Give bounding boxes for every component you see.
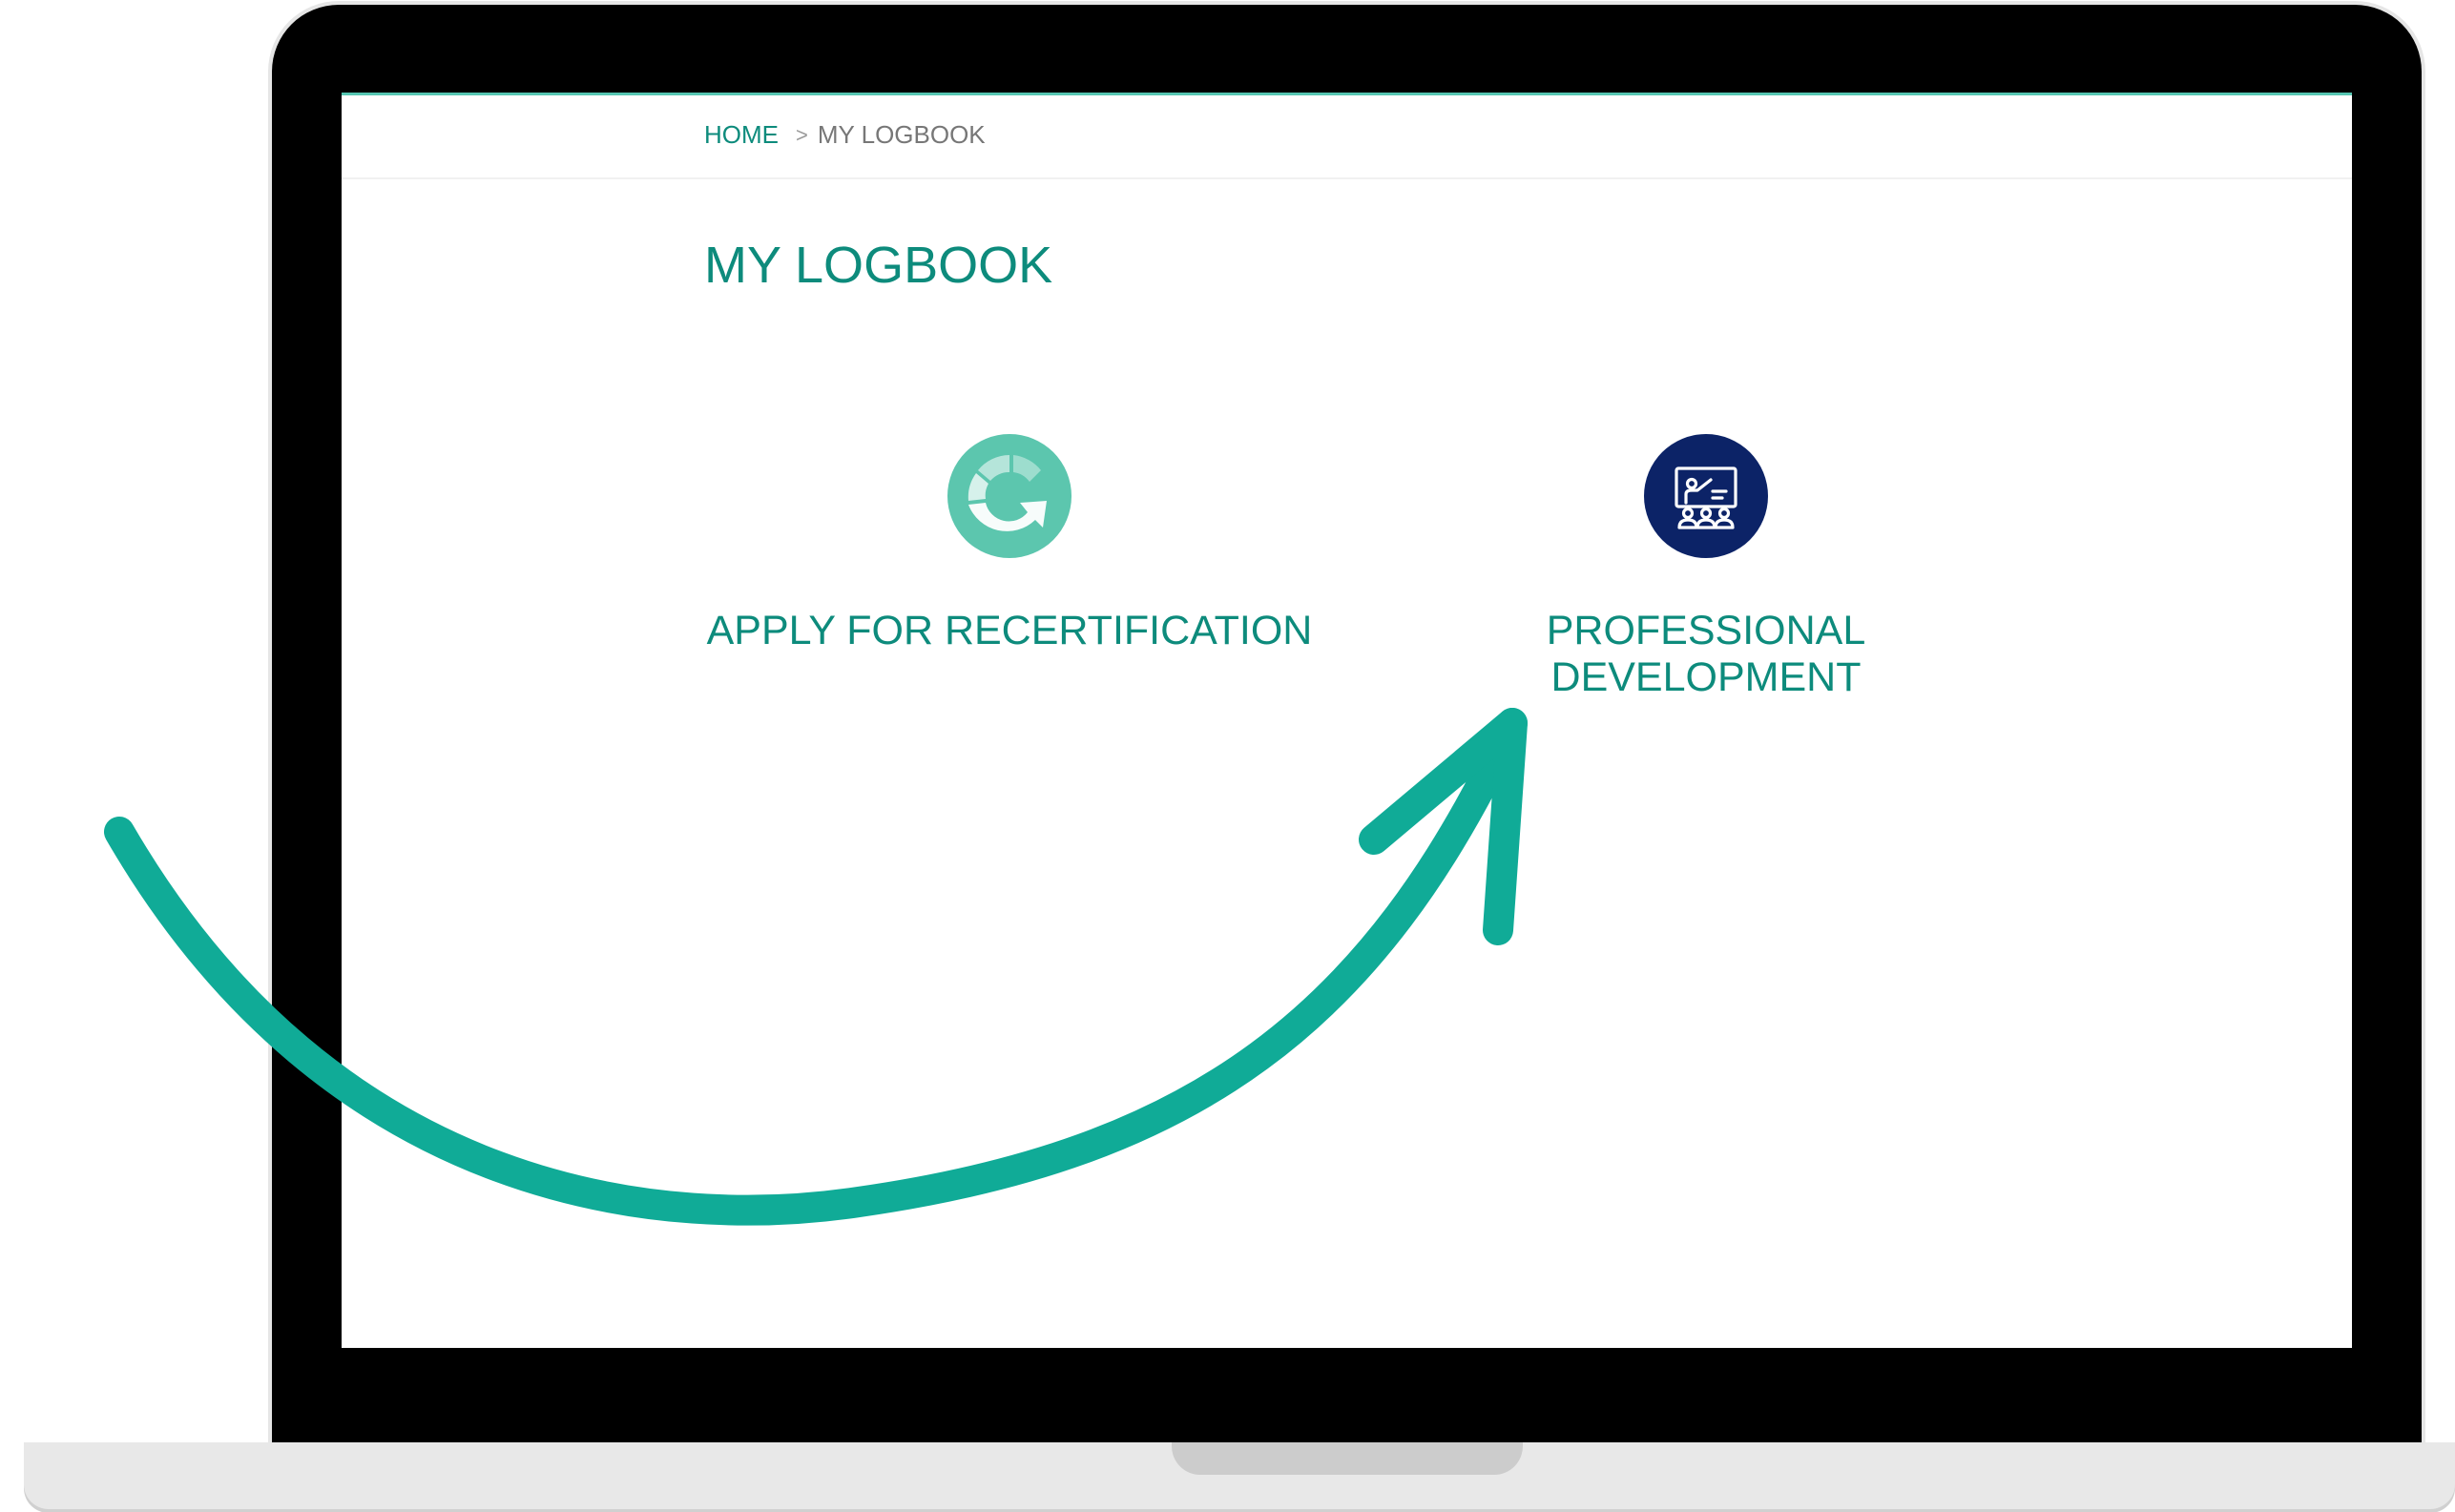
laptop-notch xyxy=(1172,1442,1523,1475)
apply-for-recertification-label: APPLY FOR RECERTIFICATION xyxy=(706,608,1313,653)
laptop-screen: HOME > MY LOGBOOK MY LOGBOOK APPLY FOR R… xyxy=(342,93,2352,1348)
presentation-icon xyxy=(1644,434,1768,558)
breadcrumb-home-link[interactable]: HOME xyxy=(704,120,779,150)
professional-development-label: PROFESSIONAL DEVELOPMENT xyxy=(1546,608,1866,700)
breadcrumb: HOME > MY LOGBOOK xyxy=(704,120,986,150)
breadcrumb-bar: HOME > MY LOGBOOK xyxy=(342,95,2352,179)
breadcrumb-separator: > xyxy=(796,122,808,147)
page-title: MY LOGBOOK xyxy=(704,237,1053,294)
recertification-icon xyxy=(947,434,1071,558)
apply-for-recertification-tile[interactable]: APPLY FOR RECERTIFICATION xyxy=(676,434,1343,654)
breadcrumb-current: MY LOGBOOK xyxy=(817,120,986,149)
professional-development-tile[interactable]: PROFESSIONAL DEVELOPMENT xyxy=(1458,434,1954,701)
